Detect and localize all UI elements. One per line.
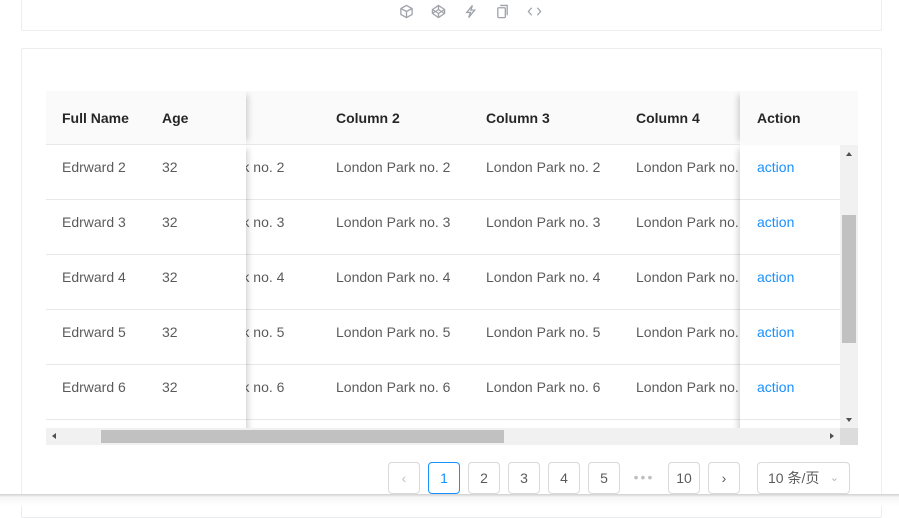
scrollbar-corner: [840, 428, 858, 445]
cell-full-name: Edrward 2: [62, 159, 126, 175]
page-size-value: 10 条/页: [768, 470, 820, 486]
cell-age: 32: [162, 324, 178, 340]
horizontal-scrollbar[interactable]: [46, 428, 840, 445]
code-icon[interactable]: [525, 2, 543, 20]
page-size-select[interactable]: 10 条/页 ⌄: [757, 462, 850, 494]
action-link[interactable]: action: [757, 379, 794, 395]
table-row-fixed-left[interactable]: Edrward 4 32: [46, 255, 246, 310]
table-row-fixed-right[interactable]: action: [740, 255, 840, 310]
page-3-button[interactable]: 3: [508, 462, 540, 494]
scroll-up-icon[interactable]: [846, 152, 852, 156]
table-row-fixed-left[interactable]: Edrward 5 32: [46, 310, 246, 365]
table-row-fixed-right[interactable]: action: [740, 365, 840, 420]
table-row-fixed-left[interactable]: Edrward 2 32: [46, 145, 246, 200]
page-10-button[interactable]: 10: [668, 462, 700, 494]
page-1-button[interactable]: 1: [428, 462, 460, 494]
header-column-2[interactable]: Column 2: [336, 91, 400, 145]
codesandbox-icon[interactable]: [397, 2, 415, 20]
action-link[interactable]: action: [757, 214, 794, 230]
vertical-scroll-thumb[interactable]: [842, 215, 856, 343]
cell-action: action: [757, 255, 794, 309]
table-row-fixed-right[interactable]: action: [740, 310, 840, 365]
code-actions: [397, 2, 543, 20]
table-header: Full Name Age Column 2 Column 3 Column 4…: [46, 91, 858, 145]
thunderbolt-icon[interactable]: [461, 2, 479, 20]
vertical-scrollbar[interactable]: [840, 145, 858, 428]
scroll-left-icon[interactable]: [52, 433, 56, 439]
cell-action: action: [757, 200, 794, 254]
cell-action: action: [757, 365, 794, 419]
fixed-left-columns: Edrward 2 32 Edrward 3 32 Edrward 4 32 Edrward…: [46, 145, 246, 428]
next-page-button[interactable]: ›: [708, 462, 740, 494]
action-link[interactable]: action: [757, 159, 794, 175]
header-scroll-gutter: [840, 91, 858, 145]
fixed-columns-table: Full Name Age Column 2 Column 3 Column 4…: [46, 91, 858, 445]
cell-age: 32: [162, 214, 178, 230]
cell-full-name: Edrward 6: [62, 379, 126, 395]
codepen-icon[interactable]: [429, 2, 447, 20]
action-link[interactable]: action: [757, 269, 794, 285]
cell-full-name: Edrward 5: [62, 324, 126, 340]
cell-full-name: Edrward 3: [62, 214, 126, 230]
jump-next-ellipsis[interactable]: •••: [628, 462, 660, 494]
table-row-fixed-left[interactable]: Edrward 6 32: [46, 365, 246, 420]
header-column-3[interactable]: Column 3: [486, 91, 550, 145]
chevron-down-icon: ⌄: [829, 472, 839, 484]
table-body[interactable]: London Park no. 2London Park no. 2London…: [46, 145, 840, 428]
cell-full-name: Edrward 4: [62, 269, 126, 285]
copy-icon[interactable]: [493, 2, 511, 20]
header-full-name[interactable]: Full Name: [62, 91, 129, 145]
action-link[interactable]: action: [757, 324, 794, 340]
table-row-fixed-right[interactable]: action: [740, 145, 840, 200]
header-column-4[interactable]: Column 4: [636, 91, 700, 145]
page-5-button[interactable]: 5: [588, 462, 620, 494]
table-row-fixed-right[interactable]: action: [740, 200, 840, 255]
cell-action: action: [757, 145, 794, 199]
cell-age: 32: [162, 379, 178, 395]
header-age[interactable]: Age: [162, 91, 188, 145]
fixed-right-columns: action action action action action: [740, 145, 840, 428]
header-action[interactable]: Action: [740, 91, 840, 145]
table-row-fixed-left[interactable]: Edrward 3 32: [46, 200, 246, 255]
scroll-down-icon[interactable]: [846, 418, 852, 422]
cell-age: 32: [162, 269, 178, 285]
prev-page-button[interactable]: ‹: [388, 462, 420, 494]
page-4-button[interactable]: 4: [548, 462, 580, 494]
page-2-button[interactable]: 2: [468, 462, 500, 494]
scroll-right-icon[interactable]: [830, 433, 834, 439]
cell-action: action: [757, 310, 794, 364]
horizontal-scroll-thumb[interactable]: [101, 430, 504, 443]
window-bottom-edge: [0, 494, 899, 506]
cell-age: 32: [162, 159, 178, 175]
